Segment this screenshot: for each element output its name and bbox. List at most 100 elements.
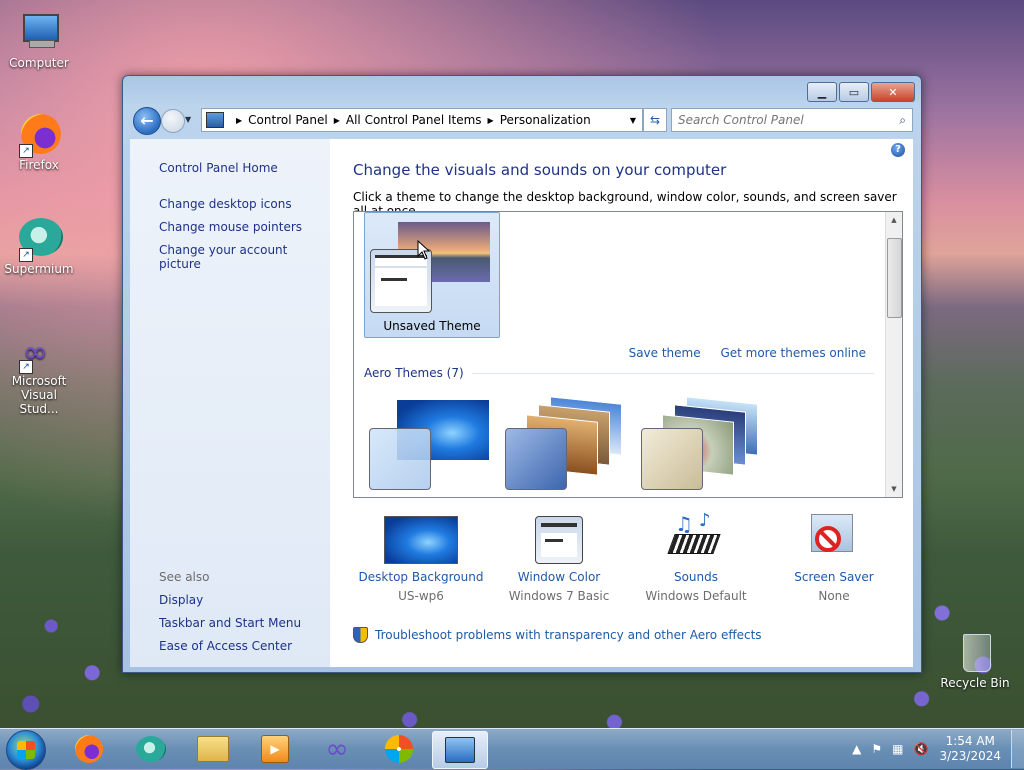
- media-player-icon: ▶: [261, 735, 289, 763]
- search-box: ⌕: [671, 108, 913, 132]
- help-icon[interactable]: ?: [891, 143, 905, 157]
- see-also-heading: See also: [159, 570, 210, 584]
- window-color-preview: [641, 428, 703, 490]
- firefox-icon: ↗: [17, 112, 61, 158]
- change-mouse-pointers-link[interactable]: Change mouse pointers: [159, 220, 302, 234]
- theme-list-scrollbar[interactable]: ▲ ▼: [885, 212, 902, 497]
- recent-pages-dropdown-icon[interactable]: ▼: [185, 115, 191, 124]
- control-panel-home-link[interactable]: Control Panel Home: [159, 161, 278, 175]
- personalization-window: ▁ ▭ ✕ ← ▼ ▶ Control Panel ▶ All Control …: [122, 75, 922, 673]
- address-bar[interactable]: ▶ Control Panel ▶ All Control Panel Item…: [201, 108, 643, 132]
- taskbar-media-player[interactable]: ▶: [248, 731, 302, 767]
- address-dropdown-icon[interactable]: ▼: [630, 116, 636, 125]
- scrollbar-thumb[interactable]: [887, 238, 902, 318]
- breadcrumb-separator-icon[interactable]: ▶: [488, 116, 494, 125]
- supermium-icon: ↗: [17, 216, 63, 262]
- recycle-bin-icon: [953, 630, 997, 674]
- maximize-button[interactable]: ▭: [839, 82, 869, 102]
- troubleshoot-label: Troubleshoot problems with transparency …: [375, 628, 762, 642]
- search-icon[interactable]: ⌕: [899, 113, 906, 128]
- folder-icon: [197, 736, 229, 762]
- sounds-setting[interactable]: ♫ ♪ Sounds Windows Default: [631, 510, 761, 603]
- desktop-icon-label: Microsoft Visual Stud...: [11, 374, 67, 416]
- save-theme-link[interactable]: Save theme: [629, 346, 701, 360]
- window-color-icon: [494, 512, 624, 564]
- search-input[interactable]: [672, 112, 880, 128]
- theme-list: Unsaved Theme Save theme Get more themes…: [353, 211, 903, 498]
- change-desktop-icons-link[interactable]: Change desktop icons: [159, 197, 292, 211]
- visual-studio-icon: ∞ ↗: [17, 328, 61, 374]
- troubleshoot-link[interactable]: Troubleshoot problems with transparency …: [353, 627, 762, 643]
- mouse-cursor-icon: [417, 240, 431, 260]
- back-button[interactable]: ←: [133, 107, 161, 135]
- taskbar-windows-update[interactable]: [372, 731, 426, 767]
- sounds-link[interactable]: Sounds: [631, 570, 761, 584]
- scroll-down-icon[interactable]: ▼: [886, 481, 902, 497]
- desktop-background-link[interactable]: Desktop Background: [356, 570, 486, 584]
- volume-muted-icon[interactable]: 🔇: [914, 742, 929, 756]
- shortcut-arrow-icon: ↗: [19, 144, 33, 158]
- minimize-button[interactable]: ▁: [807, 82, 837, 102]
- screen-saver-icon: [769, 512, 899, 562]
- breadcrumb-separator-icon[interactable]: ▶: [334, 116, 340, 125]
- change-account-picture-link[interactable]: Change your account picture: [159, 243, 330, 271]
- refresh-button[interactable]: ⇆: [643, 108, 667, 132]
- sounds-icon: ♫ ♪: [631, 510, 761, 562]
- window-color-preview: [369, 428, 431, 490]
- screen-saver-link[interactable]: Screen Saver: [769, 570, 899, 584]
- ease-of-access-link[interactable]: Ease of Access Center: [159, 639, 292, 653]
- show-desktop-button[interactable]: [1011, 730, 1024, 768]
- aero-theme-characters[interactable]: [636, 396, 766, 496]
- windows-logo-icon: [385, 735, 413, 763]
- page-title: Change the visuals and sounds on your co…: [353, 161, 727, 179]
- action-center-flag-icon[interactable]: ⚑: [871, 742, 882, 756]
- window-color-setting[interactable]: Window Color Windows 7 Basic: [494, 512, 624, 603]
- desktop-background-value: US-wp6: [398, 589, 444, 603]
- window-color-link[interactable]: Window Color: [494, 570, 624, 584]
- desktop-icon-computer[interactable]: Computer: [1, 10, 77, 70]
- desktop-icon-visual-studio[interactable]: ∞ ↗ Microsoft Visual Stud...: [1, 328, 77, 417]
- screen-saver-setting[interactable]: Screen Saver None: [769, 512, 899, 603]
- theme-unsaved[interactable]: Unsaved Theme: [364, 212, 500, 338]
- taskbar-start-menu-link[interactable]: Taskbar and Start Menu: [159, 616, 301, 630]
- network-icon[interactable]: ▦: [892, 742, 903, 756]
- caption-buttons: ▁ ▭ ✕: [807, 82, 915, 102]
- display-link[interactable]: Display: [159, 593, 203, 607]
- close-button[interactable]: ✕: [871, 82, 915, 102]
- aero-theme-windows7[interactable]: [364, 400, 494, 496]
- computer-icon: [17, 10, 61, 54]
- scroll-up-icon[interactable]: ▲: [886, 212, 902, 228]
- desktop-background-setting[interactable]: Desktop Background US-wp6: [356, 512, 486, 603]
- taskbar-explorer[interactable]: [186, 731, 240, 767]
- shortcut-arrow-icon: ↗: [19, 248, 33, 262]
- clock-time: 1:54 AM: [945, 734, 995, 748]
- breadcrumb-all-items[interactable]: All Control Panel Items: [346, 113, 482, 127]
- desktop-icon-recycle-bin[interactable]: Recycle Bin: [937, 630, 1013, 690]
- forward-button[interactable]: [161, 109, 185, 133]
- get-more-themes-link[interactable]: Get more themes online: [720, 346, 866, 360]
- breadcrumb-personalization[interactable]: Personalization: [500, 113, 591, 127]
- theme-links: Save theme Get more themes online: [613, 346, 866, 360]
- breadcrumb-control-panel[interactable]: Control Panel: [248, 113, 328, 127]
- desktop-icon-label: Computer: [9, 56, 69, 70]
- start-button[interactable]: [6, 730, 46, 770]
- system-clock[interactable]: 1:54 AM 3/23/2024: [939, 734, 1001, 764]
- clock-date: 3/23/2024: [939, 749, 1001, 763]
- desktop-icon-label: Supermium: [4, 262, 74, 276]
- taskbar-firefox[interactable]: [62, 731, 116, 767]
- show-hidden-icons-icon[interactable]: ▲: [852, 742, 861, 756]
- taskbar-visual-studio[interactable]: ∞: [310, 731, 364, 767]
- desktop-icon-firefox[interactable]: ↗ Firefox: [1, 112, 77, 172]
- theme-name: Unsaved Theme: [383, 319, 481, 333]
- aero-theme-architecture[interactable]: [500, 396, 630, 496]
- taskbar-supermium[interactable]: [124, 731, 178, 767]
- taskbar-control-panel[interactable]: [432, 731, 488, 769]
- theme-settings-row: Desktop Background US-wp6 Window Color W…: [353, 510, 893, 612]
- desktop-icon-supermium[interactable]: ↗ Supermium: [1, 216, 77, 276]
- breadcrumb-separator-icon[interactable]: ▶: [236, 116, 242, 125]
- desktop-background-icon: [356, 512, 486, 564]
- shield-icon: [353, 627, 368, 643]
- taskbar: ▶ ∞ ▲ ⚑ ▦ 🔇 1:54 AM 3/23/2024: [0, 728, 1024, 770]
- desktop-icon-label: Recycle Bin: [940, 676, 1010, 690]
- aero-themes-header: Aero Themes (7): [364, 366, 874, 380]
